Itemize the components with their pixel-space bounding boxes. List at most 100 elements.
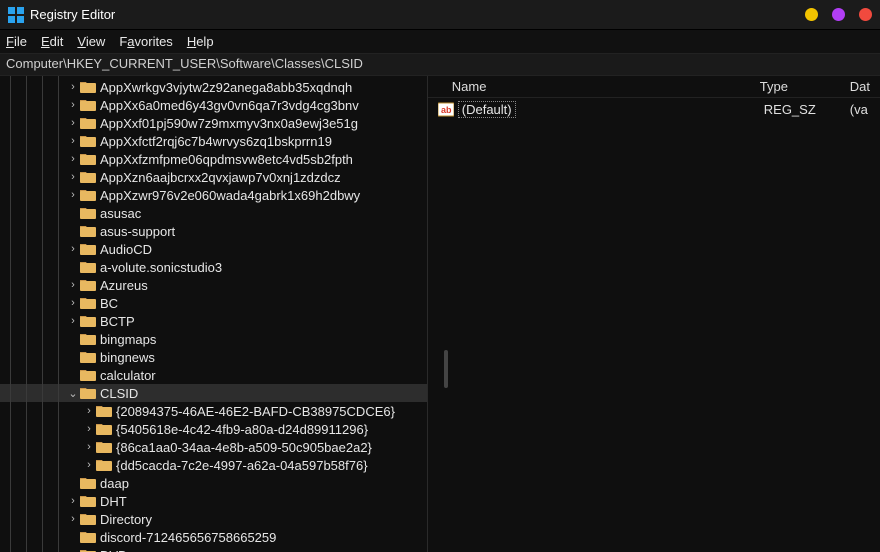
- tree-node-label: Azureus: [100, 278, 148, 293]
- tree-node[interactable]: › {dd5cacda-7c2e-4997-a62a-04a597b58f76}: [0, 456, 427, 474]
- tree-node[interactable]: asus-support: [0, 222, 427, 240]
- tree-node[interactable]: bingnews: [0, 348, 427, 366]
- splitter-handle[interactable]: [444, 350, 448, 388]
- tree-node[interactable]: ›BCTP: [0, 312, 427, 330]
- chevron-down-icon[interactable]: ⌄: [68, 387, 78, 400]
- tree-pane[interactable]: ›AppXwrkgv3vjytw2z92anega8abb35xqdnqh›Ap…: [0, 76, 428, 552]
- tree-node-label: DVD: [100, 548, 127, 552]
- tree-node[interactable]: discord-712465656758665259: [0, 528, 427, 546]
- chevron-right-icon[interactable]: ›: [68, 117, 78, 129]
- chevron-right-icon[interactable]: ›: [68, 189, 78, 201]
- col-type[interactable]: Type: [760, 79, 850, 94]
- folder-icon: [80, 494, 96, 508]
- titlebar: Registry Editor: [0, 0, 880, 30]
- menu-favorites[interactable]: Favorites: [119, 34, 172, 49]
- folder-icon: [80, 548, 96, 552]
- close-button[interactable]: [859, 8, 872, 21]
- tree-node-label: discord-712465656758665259: [100, 530, 276, 545]
- menu-view[interactable]: View: [77, 34, 105, 49]
- chevron-right-icon[interactable]: ›: [68, 99, 78, 111]
- chevron-right-icon[interactable]: ›: [68, 153, 78, 165]
- tree-node[interactable]: calculator: [0, 366, 427, 384]
- menu-help[interactable]: Help: [187, 34, 214, 49]
- chevron-right-icon[interactable]: ›: [84, 441, 94, 453]
- value-type: REG_SZ: [760, 102, 850, 117]
- tree-node[interactable]: ›AppXzwr976v2e060wada4gabrk1x69h2dbwy: [0, 186, 427, 204]
- folder-icon: [80, 350, 96, 364]
- tree-node[interactable]: › AppXxfctf2rqj6c7b4wrvys6zq1bskprrn19: [0, 132, 427, 150]
- tree-node[interactable]: ›AppXzn6aajbcrxx2qvxjawp7v0xnj1zdzdcz: [0, 168, 427, 186]
- tree-node-label: AppXxfctf2rqj6c7b4wrvys6zq1bskprrn19: [100, 134, 332, 149]
- chevron-right-icon[interactable]: ›: [68, 171, 78, 183]
- tree-node[interactable]: ›AppXxfzmfpme06qpdmsvw8etc4vd5sb2fpth: [0, 150, 427, 168]
- folder-icon: [80, 242, 96, 256]
- chevron-right-icon[interactable]: ›: [84, 405, 94, 417]
- folder-icon: [80, 476, 96, 490]
- chevron-right-icon[interactable]: ›: [84, 459, 94, 471]
- tree-node[interactable]: ›{5405618e-4c42-4fb9-a80a-d24d89911296}: [0, 420, 427, 438]
- tree-node-label: {dd5cacda-7c2e-4997-a62a-04a597b58f76}: [116, 458, 368, 473]
- chevron-right-icon[interactable]: ›: [68, 135, 78, 147]
- chevron-right-icon[interactable]: ›: [68, 513, 78, 525]
- minimize-button[interactable]: [805, 8, 818, 21]
- menu-bar: File Edit View Favorites Help: [0, 30, 880, 54]
- chevron-right-icon[interactable]: ›: [68, 495, 78, 507]
- tree-node[interactable]: asusac: [0, 204, 427, 222]
- chevron-right-icon[interactable]: ›: [84, 423, 94, 435]
- value-name: (Default): [458, 101, 516, 118]
- folder-icon: [80, 224, 96, 238]
- string-value-icon: ab: [438, 102, 454, 117]
- folder-icon: [80, 332, 96, 346]
- folder-icon: [96, 422, 112, 436]
- tree-node[interactable]: › DHT: [0, 492, 427, 510]
- folder-icon: [80, 206, 96, 220]
- tree-node-label: AppXx6a0med6y43gv0vn6qa7r3vdg4cg3bnv: [100, 98, 359, 113]
- menu-file[interactable]: File: [6, 34, 27, 49]
- tree-node[interactable]: daap: [0, 474, 427, 492]
- tree-node[interactable]: ›{20894375-46AE-46E2-BAFD-CB38975CDCE6}: [0, 402, 427, 420]
- menu-edit[interactable]: Edit: [41, 34, 63, 49]
- tree-node[interactable]: ›{86ca1aa0-34aa-4e8b-a509-50c905bae2a2}: [0, 438, 427, 456]
- address-bar[interactable]: Computer\HKEY_CURRENT_USER\Software\Clas…: [0, 54, 880, 76]
- tree-node[interactable]: ›DVD: [0, 546, 427, 552]
- tree-node[interactable]: › BC: [0, 294, 427, 312]
- tree-node[interactable]: › AppXx6a0med6y43gv0vn6qa7r3vdg4cg3bnv: [0, 96, 427, 114]
- tree-node-label: bingnews: [100, 350, 155, 365]
- chevron-right-icon[interactable]: ›: [68, 279, 78, 291]
- folder-icon: [80, 314, 96, 328]
- chevron-right-icon[interactable]: ›: [68, 297, 78, 309]
- folder-icon: [80, 512, 96, 526]
- value-header[interactable]: Name Type Dat: [428, 76, 880, 98]
- tree-node[interactable]: ⌄ CLSID: [0, 384, 427, 402]
- tree-node[interactable]: › Azureus: [0, 276, 427, 294]
- tree-node[interactable]: a-volute.sonicstudio3: [0, 258, 427, 276]
- folder-icon: [80, 80, 96, 94]
- chevron-right-icon[interactable]: ›: [68, 243, 78, 255]
- tree-node[interactable]: › AudioCD: [0, 240, 427, 258]
- tree-node-label: asus-support: [100, 224, 175, 239]
- svg-text:ab: ab: [441, 105, 452, 115]
- folder-icon: [80, 278, 96, 292]
- tree-node[interactable]: ›AppXxf01pj590w7z9mxmyv3nx0a9ewj3e51g: [0, 114, 427, 132]
- tree-node[interactable]: ›AppXwrkgv3vjytw2z92anega8abb35xqdnqh: [0, 78, 427, 96]
- tree-node-label: calculator: [100, 368, 156, 383]
- folder-icon: [96, 440, 112, 454]
- col-name[interactable]: Name: [438, 79, 760, 94]
- tree-node-label: a-volute.sonicstudio3: [100, 260, 222, 275]
- value-row[interactable]: ab(Default)REG_SZ(va: [428, 98, 880, 120]
- maximize-button[interactable]: [832, 8, 845, 21]
- chevron-right-icon[interactable]: ›: [68, 315, 78, 327]
- folder-icon: [80, 368, 96, 382]
- tree-node-label: BC: [100, 296, 118, 311]
- folder-icon: [80, 134, 96, 148]
- content: ›AppXwrkgv3vjytw2z92anega8abb35xqdnqh›Ap…: [0, 76, 880, 552]
- tree-node-label: bingmaps: [100, 332, 156, 347]
- tree-node[interactable]: ›Directory: [0, 510, 427, 528]
- chevron-right-icon[interactable]: ›: [68, 81, 78, 93]
- tree-node[interactable]: bingmaps: [0, 330, 427, 348]
- tree-node-label: AudioCD: [100, 242, 152, 257]
- col-data[interactable]: Dat: [850, 79, 870, 94]
- folder-icon: [80, 152, 96, 166]
- tree-node-label: CLSID: [100, 386, 138, 401]
- tree-node-label: DHT: [100, 494, 127, 509]
